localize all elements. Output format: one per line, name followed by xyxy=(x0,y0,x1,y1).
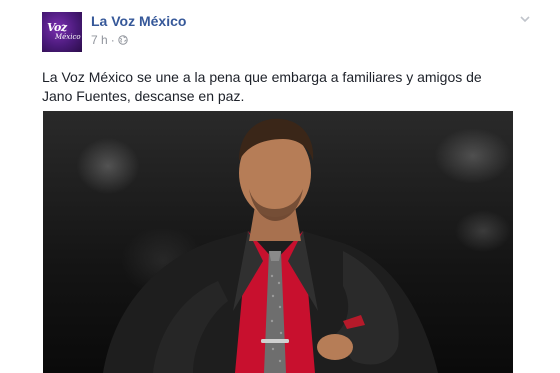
post-message: La Voz México se une a la pena que embar… xyxy=(42,69,482,104)
avatar-logo-subtext: México xyxy=(55,33,81,41)
globe-icon xyxy=(117,35,128,45)
post-header: Voz México La Voz México 7 h · xyxy=(42,12,532,54)
facebook-post: Voz México La Voz México 7 h · La Voz Mé… xyxy=(0,0,560,373)
chevron-down-icon[interactable] xyxy=(518,12,532,26)
post-timestamp[interactable]: 7 h xyxy=(91,33,108,47)
photo-illustration xyxy=(103,118,438,373)
page-avatar[interactable]: Voz México xyxy=(42,12,82,52)
post-meta: 7 h · xyxy=(91,33,128,47)
meta-separator: · xyxy=(110,33,115,47)
page-name-link[interactable]: La Voz México xyxy=(91,13,186,29)
post-photo[interactable] xyxy=(43,111,513,373)
